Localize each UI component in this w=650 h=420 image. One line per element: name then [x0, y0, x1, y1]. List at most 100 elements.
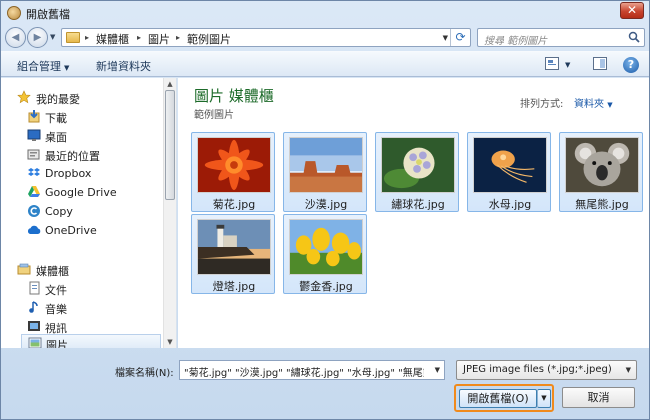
copy-icon: [28, 205, 40, 217]
file-item[interactable]: 沙漠.jpg: [283, 132, 367, 212]
scroll-down-arrow[interactable]: ▼: [164, 336, 176, 348]
arrange-by-dropdown[interactable]: 資料夾 ▼: [574, 95, 613, 110]
filename-label: 檔案名稱(N):: [115, 368, 174, 379]
sidebar-item-recent-places[interactable]: 最近的位置: [1, 145, 161, 164]
view-options-dropdown[interactable]: ▼: [565, 61, 570, 69]
chevron-down-icon: ▼: [625, 366, 631, 374]
scroll-up-arrow[interactable]: ▲: [164, 78, 176, 90]
library-title: 圖片 媒體櫃: [194, 87, 274, 105]
scrollbar-thumb[interactable]: [165, 90, 175, 200]
address-dropdown[interactable]: ▼: [443, 34, 448, 42]
folder-icon: [66, 32, 80, 43]
sidebar-item-onedrive[interactable]: OneDrive: [1, 221, 161, 240]
organize-label: 組合管理: [17, 60, 61, 73]
navigation-bar: ◀ ▶ ▼ ▸ 媒體櫃 ▸ 圖片 ▸ 範例圖片 ▼ ⟳ 搜尋 範例圖片: [1, 25, 649, 49]
chevron-down-icon: ▼: [64, 64, 70, 72]
sidebar-item-downloads[interactable]: 下載: [1, 107, 161, 126]
music-icon: [29, 301, 38, 313]
title-bar: 開啟舊檔 ✕: [1, 1, 649, 25]
navigation-pane: 我的最愛 下載 桌面 最近的位置 Dropbox Google Drive Co…: [1, 78, 177, 348]
libraries-icon: [17, 263, 31, 275]
sidebar-item-pictures[interactable]: 圖片: [21, 334, 161, 348]
back-button[interactable]: ◀: [5, 27, 26, 48]
command-toolbar: 組合管理 ▼ 新增資料夾 ▼ ?: [1, 51, 649, 77]
file-item[interactable]: 菊花.jpg: [191, 132, 275, 212]
jellyfish-photo: [473, 137, 547, 193]
breadcrumb-separator[interactable]: ▸: [85, 33, 89, 42]
preview-pane-icon[interactable]: [593, 57, 607, 70]
file-name: 水母.jpg: [488, 198, 532, 211]
tulips-photo: [289, 219, 363, 275]
sidebar-item-favorites[interactable]: 我的最愛: [1, 88, 161, 107]
desktop-icon: [27, 129, 41, 141]
koala-photo: [565, 137, 639, 193]
filename-input[interactable]: "菊花.jpg" "沙漠.jpg" "繡球花.jpg" "水母.jpg" "無尾…: [179, 360, 445, 380]
videos-icon: [28, 321, 40, 331]
sidebar-scrollbar[interactable]: ▲ ▼: [163, 78, 176, 348]
open-file-dialog: 開啟舊檔 ✕ ◀ ▶ ▼ ▸ 媒體櫃 ▸ 圖片 ▸ 範例圖片 ▼ ⟳ 搜尋 範例…: [0, 0, 650, 420]
arrange-by-label: 排列方式:: [520, 99, 564, 110]
downloads-icon: [28, 110, 40, 123]
chrysanthemum-photo: [197, 137, 271, 193]
open-options-dropdown[interactable]: ▼: [537, 389, 551, 408]
address-bar[interactable]: ▸ 媒體櫃 ▸ 圖片 ▸ 範例圖片 ▼ ⟳: [61, 28, 471, 47]
recent-pages-dropdown[interactable]: ▼: [50, 33, 55, 41]
new-folder-button[interactable]: 新增資料夾: [96, 58, 151, 74]
sidebar-item-libraries[interactable]: 媒體櫃: [1, 260, 161, 279]
onedrive-icon: [27, 225, 41, 234]
sidebar-item-google-drive[interactable]: Google Drive: [1, 183, 161, 202]
sidebar-item-label: OneDrive: [45, 224, 97, 237]
arrange-by-value: 資料夾: [574, 99, 604, 110]
help-icon[interactable]: ?: [623, 57, 639, 73]
search-input[interactable]: 搜尋 範例圖片: [477, 28, 645, 47]
sidebar-item-label: Google Drive: [45, 186, 117, 199]
sidebar-item-label: Dropbox: [45, 167, 92, 180]
sidebar-item-label: 文件: [45, 284, 67, 297]
sidebar-item-label: Copy: [45, 205, 73, 218]
file-name: 鬱金香.jpg: [299, 280, 353, 293]
file-name: 無尾熊.jpg: [575, 198, 629, 211]
close-button[interactable]: ✕: [620, 2, 644, 19]
sidebar-item-dropbox[interactable]: Dropbox: [1, 164, 161, 183]
file-item[interactable]: 無尾熊.jpg: [559, 132, 643, 212]
cancel-button[interactable]: 取消: [562, 387, 635, 408]
sidebar-item-desktop[interactable]: 桌面: [1, 126, 161, 145]
sidebar-item-label: 桌面: [45, 131, 67, 144]
sidebar-item-label: 我的最愛: [36, 93, 80, 106]
sidebar-item-documents[interactable]: 文件: [1, 279, 161, 298]
search-placeholder: 搜尋 範例圖片: [484, 36, 548, 47]
search-icon[interactable]: [628, 31, 640, 43]
google-drive-icon: [28, 186, 40, 197]
app-icon: [7, 6, 21, 20]
file-type-value: JPEG image files (*.jpg;*.jpeg): [463, 364, 612, 375]
hydrangea-photo: [381, 137, 455, 193]
library-subtitle: 範例圖片: [194, 110, 234, 121]
open-button[interactable]: 開啟舊檔(O): [459, 389, 537, 408]
breadcrumb-sample-pictures[interactable]: 範例圖片: [187, 31, 231, 47]
file-name: 菊花.jpg: [212, 198, 256, 211]
open-button-focus-ring: 開啟舊檔(O) ▼: [454, 384, 554, 412]
chevron-down-icon: ▼: [607, 101, 613, 109]
desert-photo: [289, 137, 363, 193]
file-item[interactable]: 鬱金香.jpg: [283, 214, 367, 294]
filename-history-dropdown[interactable]: ▼: [435, 366, 440, 374]
file-item[interactable]: 水母.jpg: [467, 132, 551, 212]
change-view-icon[interactable]: [545, 57, 559, 70]
breadcrumb-pictures[interactable]: 圖片: [148, 31, 170, 47]
file-item[interactable]: 繡球花.jpg: [375, 132, 459, 212]
file-type-select[interactable]: JPEG image files (*.jpg;*.jpeg) ▼: [456, 360, 637, 380]
file-item[interactable]: 燈塔.jpg: [191, 214, 275, 294]
sidebar-item-copy[interactable]: Copy: [1, 202, 161, 221]
file-name: 燈塔.jpg: [212, 280, 256, 293]
dialog-footer: 檔案名稱(N): "菊花.jpg" "沙漠.jpg" "繡球花.jpg" "水母…: [1, 349, 649, 420]
breadcrumb-separator[interactable]: ▸: [176, 33, 180, 42]
organize-button[interactable]: 組合管理 ▼: [17, 58, 69, 74]
refresh-button[interactable]: ⟳: [450, 29, 470, 46]
sidebar-item-music[interactable]: 音樂: [1, 298, 161, 317]
breadcrumb-libraries[interactable]: 媒體櫃: [96, 31, 129, 47]
forward-button[interactable]: ▶: [27, 27, 48, 48]
sidebar-item-label: 音樂: [45, 303, 67, 316]
sidebar-item-label: 圖片: [46, 339, 68, 348]
recent-places-icon: [27, 149, 40, 160]
breadcrumb-separator[interactable]: ▸: [137, 33, 141, 42]
